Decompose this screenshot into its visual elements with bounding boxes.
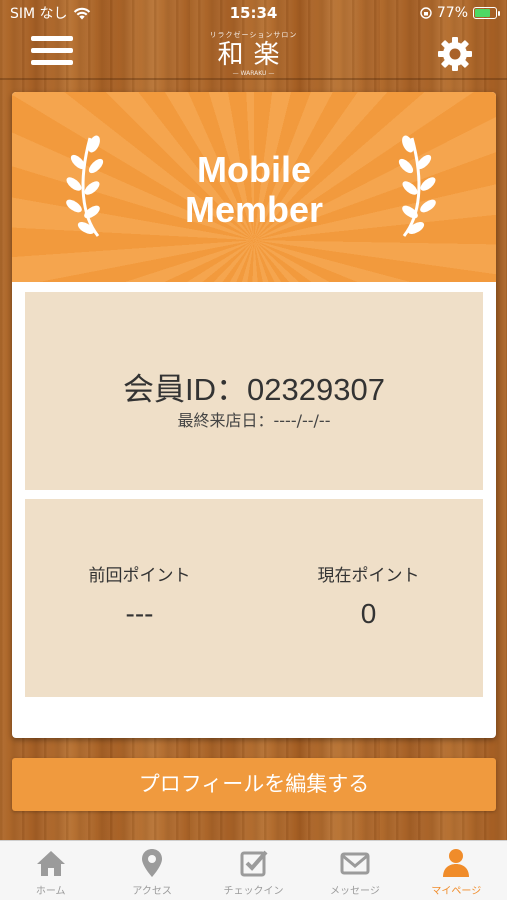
battery-icon [473,7,500,19]
member-card: Mobile Member 会員ID：02329307 最終来店日：----/-… [12,92,496,738]
tab-home-label: ホーム [35,886,66,897]
app-logo: リラクゼーションサロン 和楽 — WARAKU — [0,30,507,77]
person-icon [443,849,470,877]
current-points-label: 現在ポイント [317,566,420,586]
member-id: 会員ID：02329307 [123,372,385,407]
previous-points: 前回ポイント --- [25,561,254,630]
logo-title: 和楽 [217,40,290,70]
current-points: 現在ポイント 0 [254,561,483,630]
tab-checkin-label: チェックイン [223,886,284,897]
mail-icon [340,852,370,875]
tab-access-label: アクセス [132,886,172,897]
tab-access[interactable]: アクセス [101,841,202,900]
previous-points-value: --- [125,598,154,629]
tab-checkin[interactable]: チェックイン [203,841,304,900]
tab-mypage[interactable]: マイページ [406,841,507,900]
tab-message-label: メッセージ [330,886,380,897]
points-panel: 前回ポイント --- 現在ポイント 0 [25,499,483,697]
checkin-icon [240,850,268,877]
tab-home[interactable]: ホーム [0,841,101,900]
previous-points-label: 前回ポイント [88,566,191,586]
app-header: リラクゼーションサロン 和楽 — WARAKU — [0,26,507,80]
mobile-member-banner: Mobile Member [12,92,496,282]
status-time: 15:34 [229,4,278,22]
logo-footer: — WARAKU — [232,70,275,77]
laurel-right-icon [398,135,436,237]
logo-subtitle: リラクゼーションサロン [209,31,298,39]
edit-profile-button[interactable]: プロフィールを編集する [12,758,496,811]
gear-icon[interactable] [435,34,475,74]
last-visit-date: 最終来店日：----/--/-- [177,411,331,430]
battery-fill [475,9,491,17]
status-bar: SIM なし 15:34 77% [0,0,507,26]
current-points-value: 0 [360,598,377,629]
tab-message[interactable]: メッセージ [304,841,405,900]
tab-mypage-label: マイページ [431,886,482,897]
home-icon [36,851,65,876]
member-id-panel: 会員ID：02329307 最終来店日：----/--/-- [25,292,483,490]
map-pin-icon [142,849,163,877]
bottom-tab-bar: ホーム アクセス チェックイン メッセージ マイページ [0,840,507,900]
